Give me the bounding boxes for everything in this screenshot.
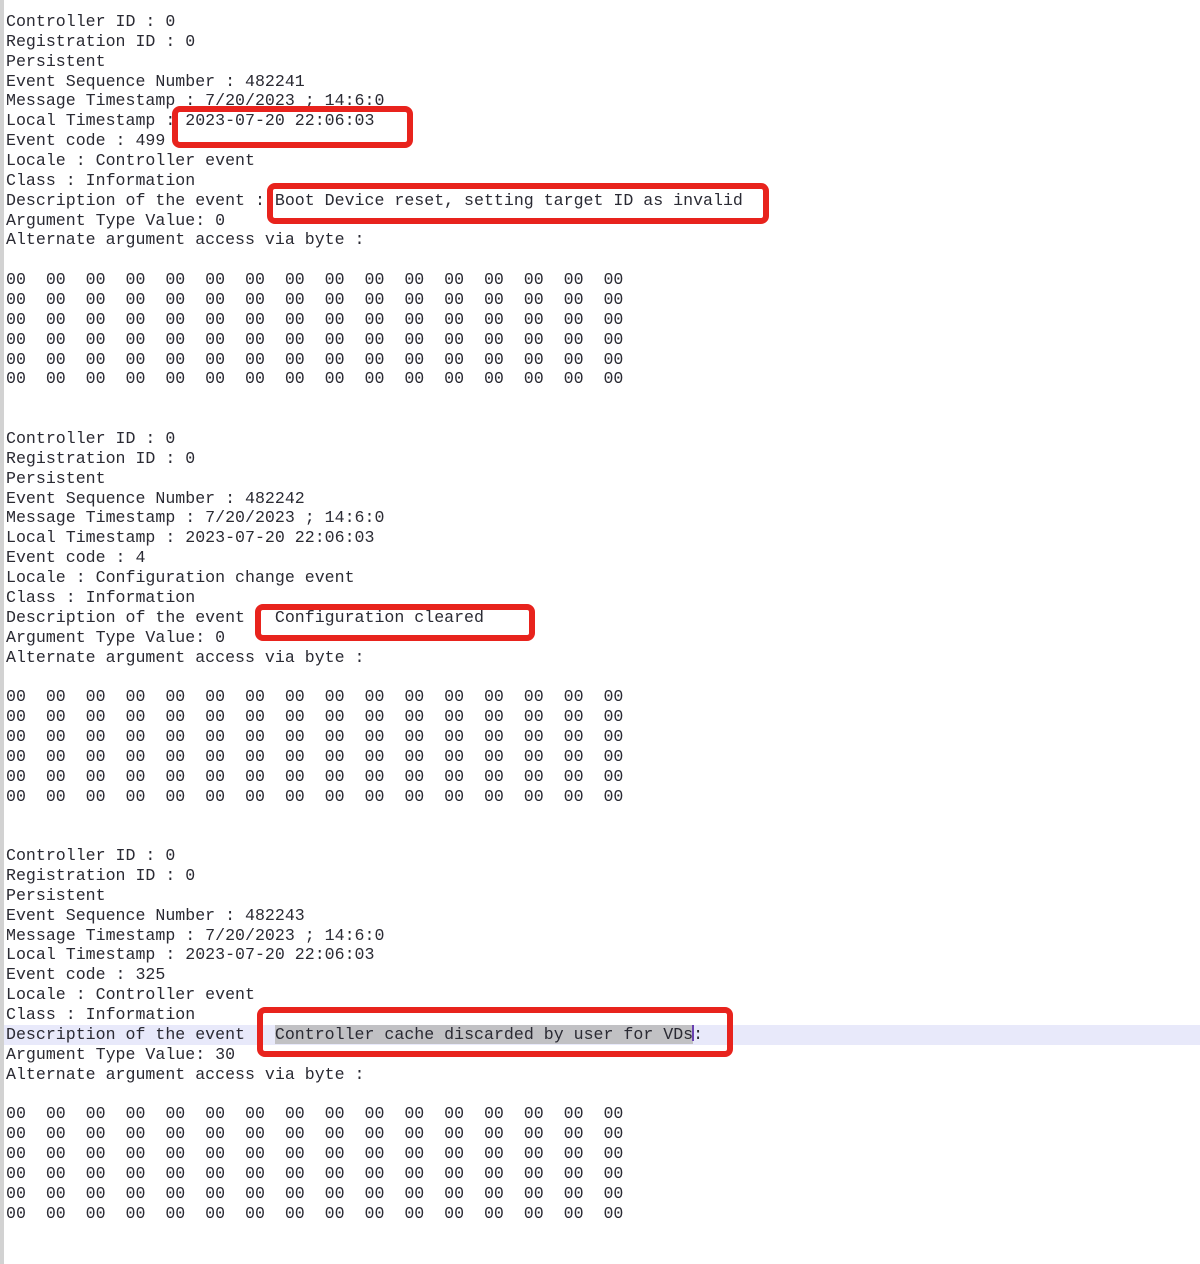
controller-id-line: Controller ID : 0: [0, 12, 1200, 32]
hex-dump-row: 00 00 00 00 00 00 00 00 00 00 00 00 00 0…: [0, 290, 1200, 310]
event-block-482243: Controller ID : 0 Registration ID : 0 Pe…: [0, 846, 1200, 1223]
event-code-line: Event code : 499: [0, 131, 1200, 151]
hex-dump-row: 00 00 00 00 00 00 00 00 00 00 00 00 00 0…: [0, 270, 1200, 290]
hex-dump-row: 00 00 00 00 00 00 00 00 00 00 00 00 00 0…: [0, 1104, 1200, 1124]
blank-line: [0, 806, 1200, 826]
event-sequence-line: Event Sequence Number : 482243: [0, 906, 1200, 926]
hex-dump-row: 00 00 00 00 00 00 00 00 00 00 00 00 00 0…: [0, 747, 1200, 767]
blank-line: [0, 409, 1200, 429]
blank-line: [0, 667, 1200, 687]
log-viewer-page: { "annotations": { "red_box_color": "#e8…: [0, 0, 1200, 1264]
event-block-482241: Controller ID : 0 Registration ID : 0 Pe…: [0, 12, 1200, 429]
hex-dump-row: 00 00 00 00 00 00 00 00 00 00 00 00 00 0…: [0, 1144, 1200, 1164]
persistent-line: Persistent: [0, 52, 1200, 72]
blank-line: [0, 389, 1200, 409]
hex-dump-row: 00 00 00 00 00 00 00 00 00 00 00 00 00 0…: [0, 310, 1200, 330]
registration-id-line: Registration ID : 0: [0, 449, 1200, 469]
hex-dump-row: 00 00 00 00 00 00 00 00 00 00 00 00 00 0…: [0, 369, 1200, 389]
hex-dump-row: 00 00 00 00 00 00 00 00 00 00 00 00 00 0…: [0, 1164, 1200, 1184]
persistent-line: Persistent: [0, 886, 1200, 906]
hex-dump-row: 00 00 00 00 00 00 00 00 00 00 00 00 00 0…: [0, 1204, 1200, 1224]
log-text-area[interactable]: Controller ID : 0 Registration ID : 0 Pe…: [0, 12, 1200, 1223]
persistent-line: Persistent: [0, 469, 1200, 489]
blank-line: [0, 250, 1200, 270]
local-timestamp-line: Local Timestamp : 2023-07-20 22:06:03: [0, 528, 1200, 548]
class-line: Class : Information: [0, 1005, 1200, 1025]
message-timestamp-line: Message Timestamp : 7/20/2023 ; 14:6:0: [0, 91, 1200, 111]
locale-line: Locale : Configuration change event: [0, 568, 1200, 588]
hex-dump-row: 00 00 00 00 00 00 00 00 00 00 00 00 00 0…: [0, 787, 1200, 807]
event-code-line: Event code : 4: [0, 548, 1200, 568]
message-timestamp-line: Message Timestamp : 7/20/2023 ; 14:6:0: [0, 926, 1200, 946]
selected-text: Controller cache discarded by user for V…: [275, 1025, 693, 1044]
alternate-argument-line: Alternate argument access via byte :: [0, 1065, 1200, 1085]
hex-dump-row: 00 00 00 00 00 00 00 00 00 00 00 00 00 0…: [0, 727, 1200, 747]
window-left-edge: [0, 0, 4, 1264]
event-sequence-line: Event Sequence Number : 482242: [0, 489, 1200, 509]
hex-dump-row: 00 00 00 00 00 00 00 00 00 00 00 00 00 0…: [0, 1124, 1200, 1144]
blank-line: [0, 826, 1200, 846]
argument-type-line: Argument Type Value: 0: [0, 211, 1200, 231]
local-timestamp-line: Local Timestamp : 2023-07-20 22:06:03: [0, 945, 1200, 965]
event-sequence-line: Event Sequence Number : 482241: [0, 72, 1200, 92]
hex-dump-row: 00 00 00 00 00 00 00 00 00 00 00 00 00 0…: [0, 330, 1200, 350]
message-timestamp-line: Message Timestamp : 7/20/2023 ; 14:6:0: [0, 508, 1200, 528]
hex-dump-row: 00 00 00 00 00 00 00 00 00 00 00 00 00 0…: [0, 707, 1200, 727]
blank-line: [0, 1084, 1200, 1104]
description-line: Description of the event Configuration c…: [0, 608, 1200, 628]
description-prefix: Description of the event: [6, 1025, 275, 1044]
hex-dump-row: 00 00 00 00 00 00 00 00 00 00 00 00 00 0…: [0, 350, 1200, 370]
argument-type-line: Argument Type Value: 0: [0, 628, 1200, 648]
hex-dump-row: 00 00 00 00 00 00 00 00 00 00 00 00 00 0…: [0, 767, 1200, 787]
event-code-line: Event code : 325: [0, 965, 1200, 985]
local-timestamp-line: Local Timestamp : 2023-07-20 22:06:03: [0, 111, 1200, 131]
description-line-highlighted[interactable]: Description of the event Controller cach…: [0, 1025, 1200, 1045]
hex-dump-row: 00 00 00 00 00 00 00 00 00 00 00 00 00 0…: [0, 687, 1200, 707]
hex-dump-row: 00 00 00 00 00 00 00 00 00 00 00 00 00 0…: [0, 1184, 1200, 1204]
description-line: Description of the event : Boot Device r…: [0, 191, 1200, 211]
registration-id-line: Registration ID : 0: [0, 32, 1200, 52]
registration-id-line: Registration ID : 0: [0, 866, 1200, 886]
class-line: Class : Information: [0, 588, 1200, 608]
alternate-argument-line: Alternate argument access via byte :: [0, 648, 1200, 668]
alternate-argument-line: Alternate argument access via byte :: [0, 230, 1200, 250]
locale-line: Locale : Controller event: [0, 985, 1200, 1005]
argument-type-line: Argument Type Value: 30: [0, 1045, 1200, 1065]
event-block-482242: Controller ID : 0 Registration ID : 0 Pe…: [0, 429, 1200, 846]
class-line: Class : Information: [0, 171, 1200, 191]
description-suffix: :: [693, 1025, 703, 1044]
controller-id-line: Controller ID : 0: [0, 429, 1200, 449]
locale-line: Locale : Controller event: [0, 151, 1200, 171]
controller-id-line: Controller ID : 0: [0, 846, 1200, 866]
